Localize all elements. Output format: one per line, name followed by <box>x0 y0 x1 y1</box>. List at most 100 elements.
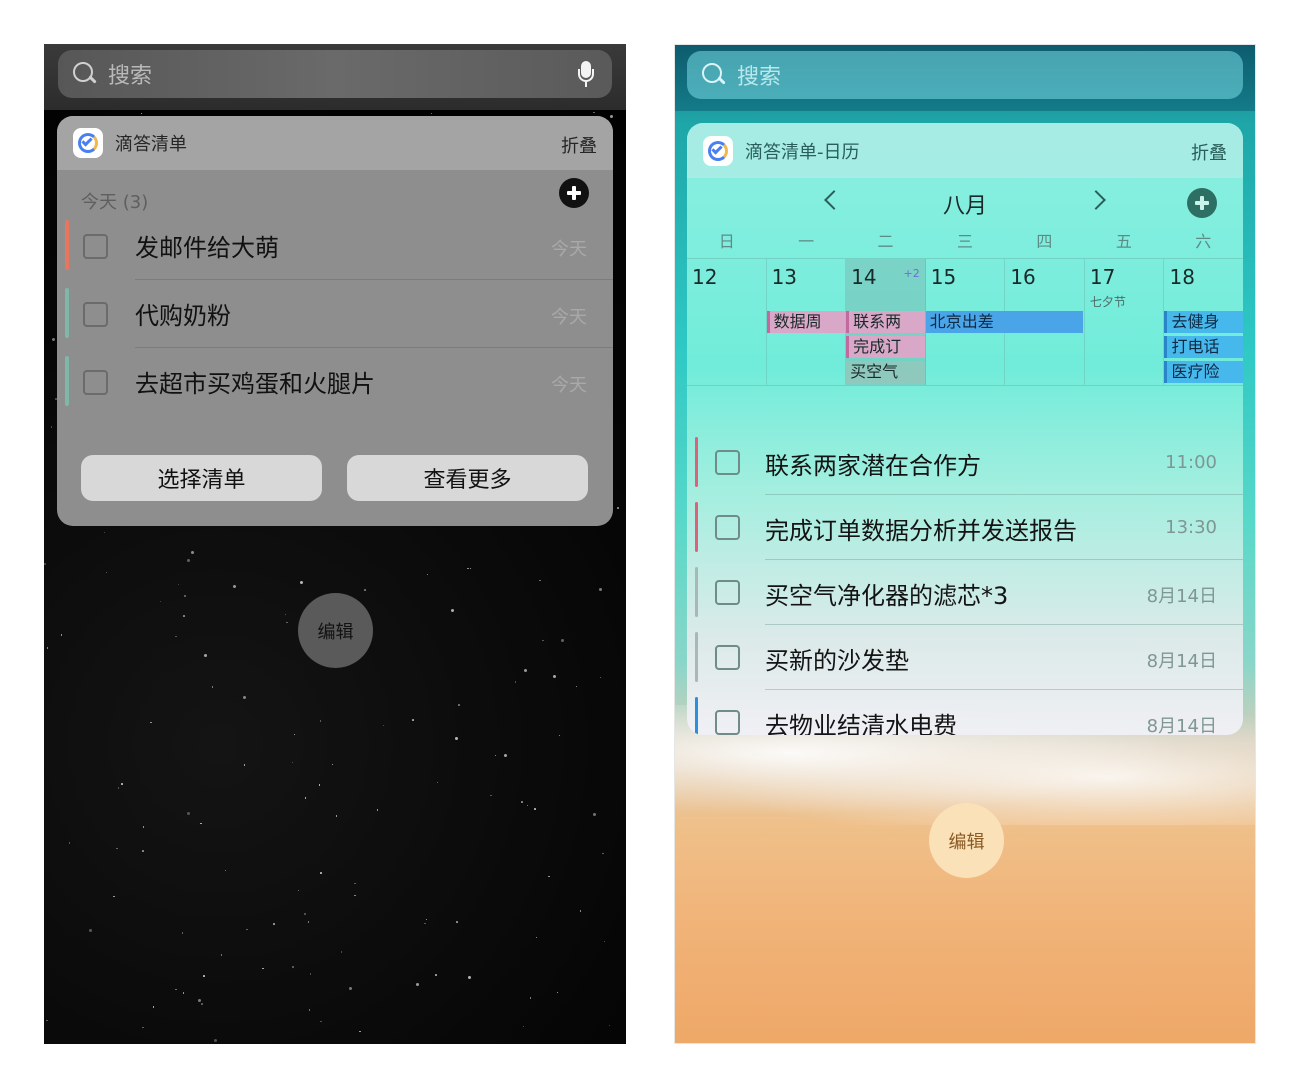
star-dot <box>113 895 115 898</box>
calendar-event[interactable]: 去健身 <box>1164 311 1243 333</box>
task-checkbox[interactable] <box>715 450 740 475</box>
task-row[interactable]: 去物业结清水电费 8月14日 <box>687 690 1243 735</box>
star-dot <box>575 685 578 688</box>
ticktick-widget: 滴答清单 折叠 今天 (3) 发邮件给大萌 今天 代购奶粉 今天 去超市买鸡蛋和… <box>57 116 613 526</box>
calendar-event[interactable]: 数据周 <box>766 311 846 333</box>
star-dot <box>382 724 385 727</box>
star-dot <box>203 975 205 977</box>
star-dot <box>220 954 223 956</box>
calendar-event[interactable]: 北京出差 <box>925 311 1083 333</box>
task-row[interactable]: 买空气净化器的滤芯*3 8月14日 <box>687 560 1243 625</box>
star-dot <box>490 794 492 797</box>
task-title: 联系两家潜在合作方 <box>765 452 981 480</box>
task-due: 11:00 <box>1165 452 1217 473</box>
star-dot <box>293 733 296 736</box>
day-cell[interactable]: 18 去健身 打电话 医疗险 <box>1164 259 1243 385</box>
star-dot <box>117 787 120 789</box>
search-icon <box>701 62 727 88</box>
holiday-label: 七夕节 <box>1089 295 1126 309</box>
star-dot <box>44 563 46 565</box>
star-dot <box>354 894 356 897</box>
star-dot <box>68 842 71 844</box>
fold-button[interactable]: 折叠 <box>561 132 597 158</box>
star-dot <box>60 634 63 636</box>
task-due: 今天 <box>551 375 587 396</box>
star-dot <box>103 531 106 534</box>
star-dot <box>243 764 246 766</box>
task-title: 去超市买鸡蛋和火腿片 <box>135 370 375 398</box>
task-checkbox[interactable] <box>83 302 108 327</box>
calendar-event[interactable]: 完成订 <box>846 336 925 358</box>
task-checkbox[interactable] <box>83 370 108 395</box>
microphone-icon[interactable] <box>578 61 594 87</box>
star-dot <box>494 754 497 757</box>
ticktick-app-icon <box>73 128 103 158</box>
star-dot <box>211 686 213 688</box>
widget-header[interactable]: 滴答清单-日历 折叠 <box>687 123 1243 178</box>
left-search-field[interactable]: 搜索 <box>58 50 612 98</box>
star-dot <box>88 929 92 933</box>
task-checkbox[interactable] <box>715 710 740 735</box>
star-dot <box>309 973 312 975</box>
day-cell-today[interactable]: 14 +2 联系两 完成订 买空气 <box>846 259 926 385</box>
weekday-label: 四 <box>1036 232 1053 251</box>
task-checkbox[interactable] <box>715 580 740 605</box>
right-search-field[interactable]: 搜索 <box>687 51 1243 99</box>
star-dot <box>560 638 564 642</box>
star-dot <box>424 922 426 925</box>
task-checkbox[interactable] <box>83 234 108 259</box>
edit-button[interactable]: 编辑 <box>298 593 373 668</box>
more-events-count: +2 <box>903 267 920 280</box>
star-dot <box>105 571 108 574</box>
add-task-icon[interactable] <box>1187 188 1217 218</box>
select-list-button[interactable]: 选择清单 <box>81 455 322 501</box>
day-cell[interactable]: 12 <box>687 259 767 385</box>
priority-bar <box>695 632 698 682</box>
search-placeholder: 搜索 <box>737 65 782 90</box>
star-dot <box>430 112 433 115</box>
view-more-button[interactable]: 查看更多 <box>347 455 588 501</box>
star-dot <box>504 754 508 758</box>
task-row[interactable]: 联系两家潜在合作方 11:00 <box>687 430 1243 495</box>
star-dot <box>203 654 207 658</box>
star-dot <box>200 822 202 825</box>
widget-header[interactable]: 滴答清单 折叠 <box>57 116 613 170</box>
day-cell[interactable]: 13 数据周 <box>766 259 847 385</box>
star-dot <box>246 928 248 931</box>
star-dot <box>320 1020 322 1023</box>
day-cell[interactable]: 17 七夕节 <box>1085 259 1165 385</box>
star-dot <box>542 639 544 642</box>
add-task-icon[interactable] <box>559 178 589 208</box>
task-checkbox[interactable] <box>715 515 740 540</box>
task-row[interactable]: 发邮件给大萌 今天 <box>57 212 613 280</box>
day-number: 12 <box>692 265 718 289</box>
search-icon <box>72 61 98 87</box>
calendar-event[interactable]: 买空气 <box>846 361 925 383</box>
edit-button[interactable]: 编辑 <box>929 803 1004 878</box>
task-checkbox[interactable] <box>715 645 740 670</box>
star-dot <box>140 112 143 115</box>
star-dot <box>284 613 287 616</box>
star-dot <box>307 921 310 923</box>
star-dot <box>304 797 307 799</box>
priority-bar <box>695 697 698 735</box>
task-row[interactable]: 去超市买鸡蛋和火腿片 今天 <box>57 348 613 416</box>
calendar-event[interactable]: 打电话 <box>1164 336 1243 358</box>
star-dot <box>46 647 49 649</box>
calendar-event[interactable]: 联系两 <box>846 311 925 333</box>
star-dot <box>292 966 294 968</box>
calendar-event[interactable]: 医疗险 <box>1164 361 1243 383</box>
priority-bar <box>695 437 698 487</box>
star-dot <box>435 974 437 976</box>
task-row[interactable]: 代购奶粉 今天 <box>57 280 613 348</box>
star-dot <box>539 579 541 582</box>
task-row[interactable]: 完成订单数据分析并发送报告 13:30 <box>687 495 1243 560</box>
star-dot <box>535 936 538 939</box>
task-title: 买空气净化器的滤芯*3 <box>765 582 1009 610</box>
fold-button[interactable]: 折叠 <box>1191 139 1227 165</box>
star-dot <box>182 992 185 994</box>
day-cell[interactable]: 15 北京出差 <box>925 259 1083 385</box>
star-dot <box>548 875 550 878</box>
star-dot <box>349 987 353 991</box>
task-row[interactable]: 买新的沙发垫 8月14日 <box>687 625 1243 690</box>
